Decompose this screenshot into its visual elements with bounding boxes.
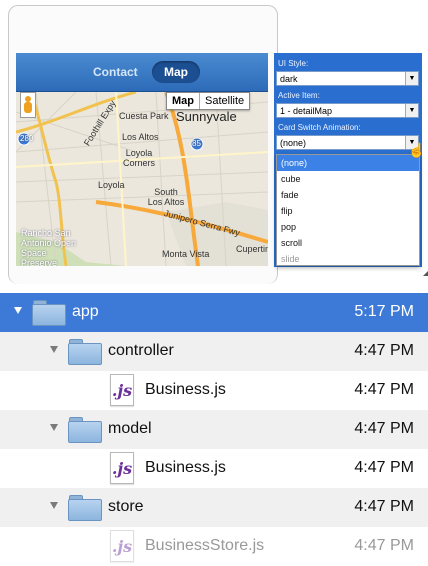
ui-style-select[interactable]: dark ▼ bbox=[276, 71, 419, 86]
disclosure-triangle-icon[interactable] bbox=[50, 424, 58, 431]
ui-style-value: dark bbox=[280, 74, 298, 84]
route-85-shield: 85 bbox=[192, 139, 201, 148]
disclosure-triangle-icon[interactable] bbox=[14, 307, 22, 314]
map-type-control: Map Satellite bbox=[166, 92, 251, 110]
active-item-value: 1 - detailMap bbox=[280, 106, 333, 116]
js-file-icon: .js bbox=[110, 530, 134, 562]
animation-select[interactable]: (none) ▼ bbox=[276, 135, 419, 150]
active-item-select[interactable]: 1 - detailMap ▼ bbox=[276, 103, 419, 118]
map-label-los-altos: Los Altos bbox=[122, 132, 159, 142]
animation-option[interactable]: fade bbox=[277, 187, 419, 203]
tree-row-controller[interactable]: controller 4:47 PM bbox=[0, 332, 428, 371]
tree-item-name: controller bbox=[108, 342, 174, 359]
animation-dropdown-list: (none) cube fade flip pop scroll slide bbox=[276, 154, 420, 266]
tree-row-app[interactable]: app 5:17 PM bbox=[0, 293, 428, 332]
folder-icon bbox=[68, 495, 102, 521]
map-label-cuesta-park: Cuesta Park bbox=[119, 111, 169, 121]
folder-icon bbox=[68, 339, 102, 365]
map-view[interactable]: Map Satellite Cuesta Park Sunnyvale Foot… bbox=[16, 92, 268, 266]
animation-option[interactable]: flip bbox=[277, 203, 419, 219]
animation-option[interactable]: pop bbox=[277, 219, 419, 235]
animation-option[interactable]: slide bbox=[277, 251, 419, 267]
tree-item-time: 5:17 PM bbox=[354, 303, 414, 320]
active-item-label: Active Item: bbox=[278, 91, 320, 100]
tree-item-name: BusinessStore.js bbox=[145, 537, 265, 554]
map-label-monta-vista: Monta Vista bbox=[162, 249, 210, 259]
map-label-loyola-corners: Loyola Corners bbox=[122, 148, 155, 168]
tree-row-model[interactable]: model 4:47 PM bbox=[0, 410, 428, 449]
tree-row-controller-business-js[interactable]: .js Business.js 4:47 PM bbox=[0, 371, 428, 410]
file-tree: app 5:17 PM controller 4:47 PM .js Busin… bbox=[0, 293, 428, 566]
animation-option[interactable]: (none) bbox=[277, 155, 419, 171]
animation-value: (none) bbox=[280, 138, 307, 148]
app-preview: Contact Map Map Satellite Cuesta Park Su… bbox=[16, 53, 268, 266]
folder-icon bbox=[32, 300, 66, 326]
route-280-shield: 280 bbox=[20, 134, 34, 143]
map-label-cupertino: Cupertino bbox=[236, 244, 268, 254]
tab-map[interactable]: Map bbox=[152, 61, 200, 83]
disclosure-triangle-icon[interactable] bbox=[50, 346, 58, 353]
tree-item-name: store bbox=[108, 498, 144, 515]
map-label-rancho-san-antonio: Rancho San Antonio Open Space Preserve bbox=[21, 228, 77, 266]
disclosure-triangle-icon[interactable] bbox=[50, 502, 58, 509]
tree-item-time: 4:47 PM bbox=[354, 459, 414, 476]
chevron-down-icon: ▼ bbox=[405, 72, 418, 85]
js-file-icon: .js bbox=[110, 452, 134, 484]
tree-item-time: 4:47 PM bbox=[354, 342, 414, 359]
tab-contact[interactable]: Contact bbox=[93, 61, 138, 83]
tree-row-model-business-js[interactable]: .js Business.js 4:47 PM bbox=[0, 449, 428, 488]
map-label-south-los-altos: South Los Altos bbox=[147, 187, 185, 207]
tree-item-name: app bbox=[72, 303, 99, 320]
tree-item-time: 4:47 PM bbox=[354, 420, 414, 437]
js-file-icon: .js bbox=[110, 374, 134, 406]
map-label-sunnyvale: Sunnyvale bbox=[176, 109, 237, 124]
tree-item-name: Business.js bbox=[145, 381, 226, 398]
chevron-down-icon: ▼ bbox=[405, 104, 418, 117]
tree-item-time: 4:47 PM bbox=[354, 381, 414, 398]
map-type-map-button[interactable]: Map bbox=[167, 93, 200, 109]
animation-label: Card Switch Animation: bbox=[278, 123, 361, 132]
animation-option[interactable]: scroll bbox=[277, 235, 419, 251]
resize-gripper-icon[interactable]: ◢ bbox=[423, 268, 428, 277]
map-label-loyola: Loyola bbox=[98, 180, 125, 190]
ui-style-label: UI Style: bbox=[278, 59, 309, 68]
tree-row-businessstore-js[interactable]: .js BusinessStore.js 4:47 PM bbox=[0, 527, 428, 566]
tree-item-name: Business.js bbox=[145, 459, 226, 476]
folder-icon bbox=[68, 417, 102, 443]
map-type-satellite-button[interactable]: Satellite bbox=[200, 93, 249, 109]
tree-item-time: 4:47 PM bbox=[354, 498, 414, 515]
street-view-pegman-icon[interactable] bbox=[20, 92, 36, 118]
tree-item-name: model bbox=[108, 420, 152, 437]
animation-option[interactable]: cube bbox=[277, 171, 419, 187]
tree-row-store[interactable]: store 4:47 PM bbox=[0, 488, 428, 527]
hand-cursor-icon: ☝ bbox=[408, 142, 426, 158]
tree-item-time: 4:47 PM bbox=[354, 537, 414, 554]
app-toolbar: Contact Map bbox=[16, 53, 268, 92]
